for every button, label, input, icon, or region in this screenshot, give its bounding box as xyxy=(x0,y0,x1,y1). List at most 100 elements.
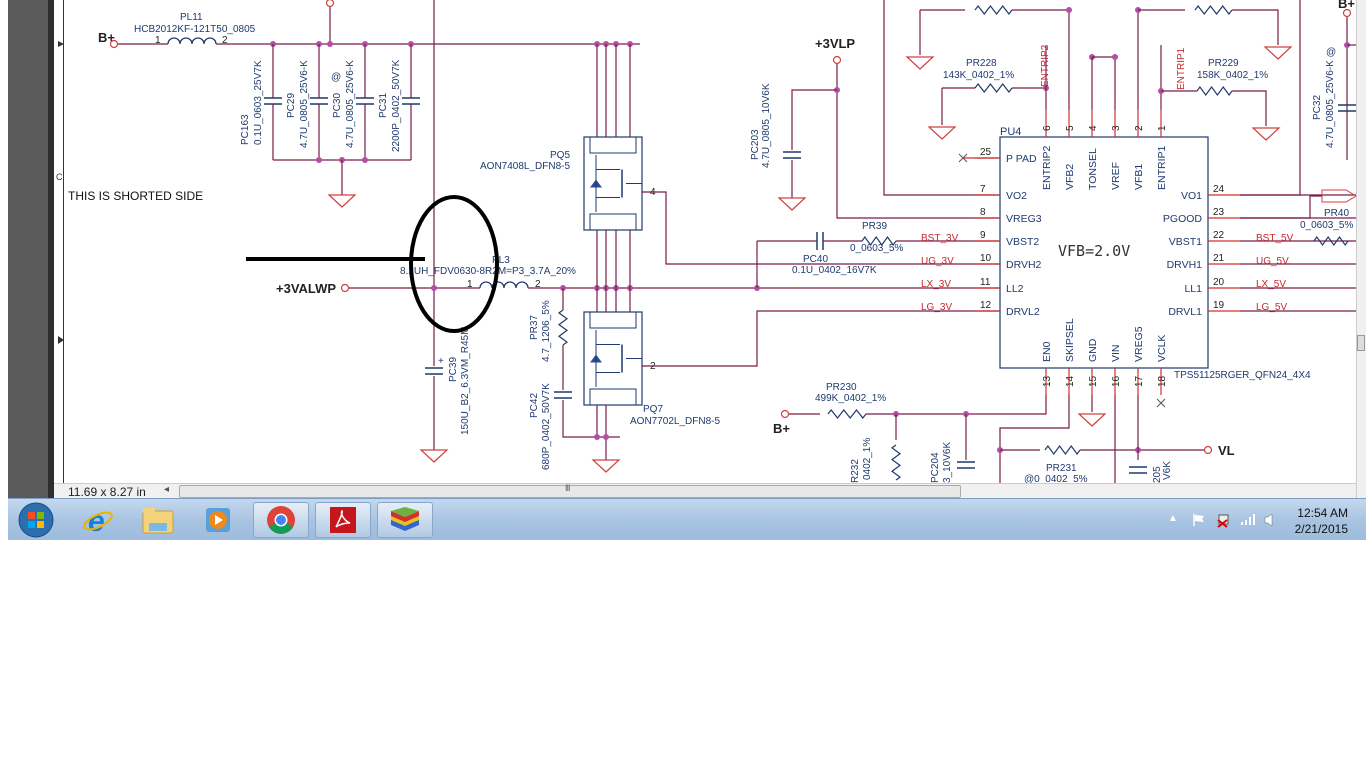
pr231-ref: PR231 xyxy=(1046,463,1077,474)
pu4-pin-number: 6 xyxy=(1042,125,1053,131)
ground-symbol xyxy=(419,449,449,463)
net-bplus-label-right: B+ xyxy=(1338,0,1355,11)
taskbar: e ▲ 12:54 AM 2/21/2015 xyxy=(8,498,1366,540)
taskbar-media-player[interactable] xyxy=(190,502,246,538)
net-terminal xyxy=(1203,445,1213,455)
taskbar-adobe-reader[interactable] xyxy=(315,502,371,538)
volume-icon[interactable] xyxy=(1264,513,1274,527)
net-terminal xyxy=(832,55,842,65)
windows-orb-icon xyxy=(18,502,54,538)
pr230-value: 499K_0402_1% xyxy=(815,393,886,404)
taskbar-google-chrome[interactable] xyxy=(253,502,309,538)
pu4-pin-number: 1 xyxy=(1157,125,1168,131)
pr39-ref: PR39 xyxy=(862,221,887,232)
pc29-value: 4.7U_0805_25V6-K xyxy=(299,60,310,148)
pc31-value: 2200P_0402_50V7K xyxy=(391,59,402,152)
resistor xyxy=(1313,235,1349,247)
pu4-pin-number: 19 xyxy=(1213,300,1225,311)
pin-number: 2 xyxy=(650,361,656,372)
resistor xyxy=(557,309,569,346)
margin-letter: C xyxy=(56,172,63,182)
net-lx5v-label: LX_5V xyxy=(1256,279,1286,290)
power-plug-icon[interactable] xyxy=(1216,512,1230,528)
resistor xyxy=(1044,444,1081,456)
taskbar-windows-explorer[interactable] xyxy=(130,502,186,538)
ground-symbol xyxy=(591,459,621,473)
pr228-ref: PR228 xyxy=(966,58,997,69)
pu4-pin-name-left: P PAD xyxy=(1006,153,1037,165)
pu4-pin-number: 11 xyxy=(980,277,991,288)
pq5-ref: PQ5 xyxy=(550,150,570,161)
pu4-pin-number: 16 xyxy=(1111,375,1122,387)
pu4-pin-name-right: VBST1 xyxy=(1169,236,1202,248)
pu4-pin-name-left: LL2 xyxy=(1006,283,1024,295)
net-ug3v-label: UG_3V xyxy=(921,256,954,267)
pu4-pin-name-right: LL1 xyxy=(1184,283,1202,295)
ground-symbol xyxy=(777,197,807,211)
pc29-ref: PC29 xyxy=(286,93,297,118)
pu4-pin-number: 25 xyxy=(980,147,992,158)
pu4-pin-number: 10 xyxy=(980,253,992,264)
pc30-value: 4.7U_0805_25V6-K xyxy=(345,60,356,148)
vertical-scroll-thumb[interactable] xyxy=(1357,335,1365,351)
scroll-grip[interactable]: III xyxy=(565,483,570,493)
action-center-flag-icon[interactable] xyxy=(1192,513,1206,527)
net-terminal xyxy=(780,409,790,419)
pu4-pin-number: 7 xyxy=(980,184,986,195)
status-bar: 11.69 x 8.27 in ◂ III xyxy=(54,483,1356,499)
network-signal-icon[interactable] xyxy=(1240,513,1256,526)
pu4-pin-number: 4 xyxy=(1088,125,1099,131)
junction-dot xyxy=(362,157,368,163)
pu4-pin-number: 3 xyxy=(1111,125,1122,131)
page-size-readout: 11.69 x 8.27 in xyxy=(68,485,146,499)
resistor xyxy=(827,409,867,419)
pu4-pin-number: 14 xyxy=(1065,375,1076,387)
net-lx3v-label: LX_3V xyxy=(921,279,951,290)
pu4-pin-name-bottom: GND xyxy=(1087,338,1099,362)
pc30-mark: @ xyxy=(331,72,341,83)
net-ug5v-label: UG_5V xyxy=(1256,256,1289,267)
taskbar-internet-explorer[interactable]: e xyxy=(70,502,126,538)
net-terminal xyxy=(340,283,350,293)
scroll-left-arrow[interactable]: ◂ xyxy=(164,484,169,495)
pu4-part: TPS51125RGER_QFN24_4X4 xyxy=(1174,370,1311,381)
pr232-ref: R232 xyxy=(850,459,861,483)
horizontal-scrollbar[interactable]: III xyxy=(179,483,961,498)
pu4-pin-name-bottom: VIN xyxy=(1110,344,1122,362)
taskbar-bluestacks[interactable] xyxy=(377,502,433,538)
pu4-pin-number: 5 xyxy=(1065,125,1076,131)
folder-icon xyxy=(142,508,174,534)
show-hidden-icons-icon[interactable]: ▲ xyxy=(1168,513,1178,524)
pu4-pin-number: 21 xyxy=(1213,253,1225,264)
pc39-value: 150U_B2_6.3VM_R45M xyxy=(460,327,471,435)
pc204-value: 3_10V6K xyxy=(942,442,953,483)
pr39-value: 0_0603_5% xyxy=(850,243,903,254)
pu4-pin-name-left: VBST2 xyxy=(1006,236,1039,248)
pu4-pin-name-right: DRVH1 xyxy=(1167,259,1203,271)
pq7-value: AON7702L_DFN8-5 xyxy=(630,416,720,427)
offpage-connector xyxy=(1321,189,1356,203)
pq7-ref: PQ7 xyxy=(643,404,663,415)
net-bst5v-label: BST_5V xyxy=(1256,233,1294,244)
svg-text:e: e xyxy=(88,505,105,536)
pu4-pin-number: 13 xyxy=(1042,375,1053,387)
pu4-pin-name-bottom: VREG5 xyxy=(1133,326,1145,362)
start-button[interactable] xyxy=(14,502,58,538)
pu4-pin-number: 24 xyxy=(1213,184,1225,195)
clock[interactable]: 12:54 AM 2/21/2015 xyxy=(1295,505,1348,537)
pc39-ref: PC39 xyxy=(448,357,459,382)
pu4-note: VFB=2.0V xyxy=(1058,242,1130,260)
pu4-pin-name-left: DRVH2 xyxy=(1006,259,1042,271)
inductor xyxy=(167,37,217,45)
pq5-value: AON7408L_DFN8-5 xyxy=(480,161,570,172)
pin-number: 1 xyxy=(155,35,161,46)
pu4-pin-name-bottom: VCLK xyxy=(1156,335,1168,362)
pu4-pin-name-left: VREG3 xyxy=(1006,213,1042,225)
ground-symbol xyxy=(905,56,935,70)
shorted-circle-annotation xyxy=(409,195,499,333)
vertical-scrollbar[interactable] xyxy=(1356,0,1366,498)
net-3vlp-label: +3VLP xyxy=(815,36,855,51)
pr232-value: 0402_1% xyxy=(862,438,873,480)
pu4-pin-name-left: DRVL2 xyxy=(1006,306,1040,318)
shorted-side-note: THIS IS SHORTED SIDE xyxy=(68,189,203,203)
